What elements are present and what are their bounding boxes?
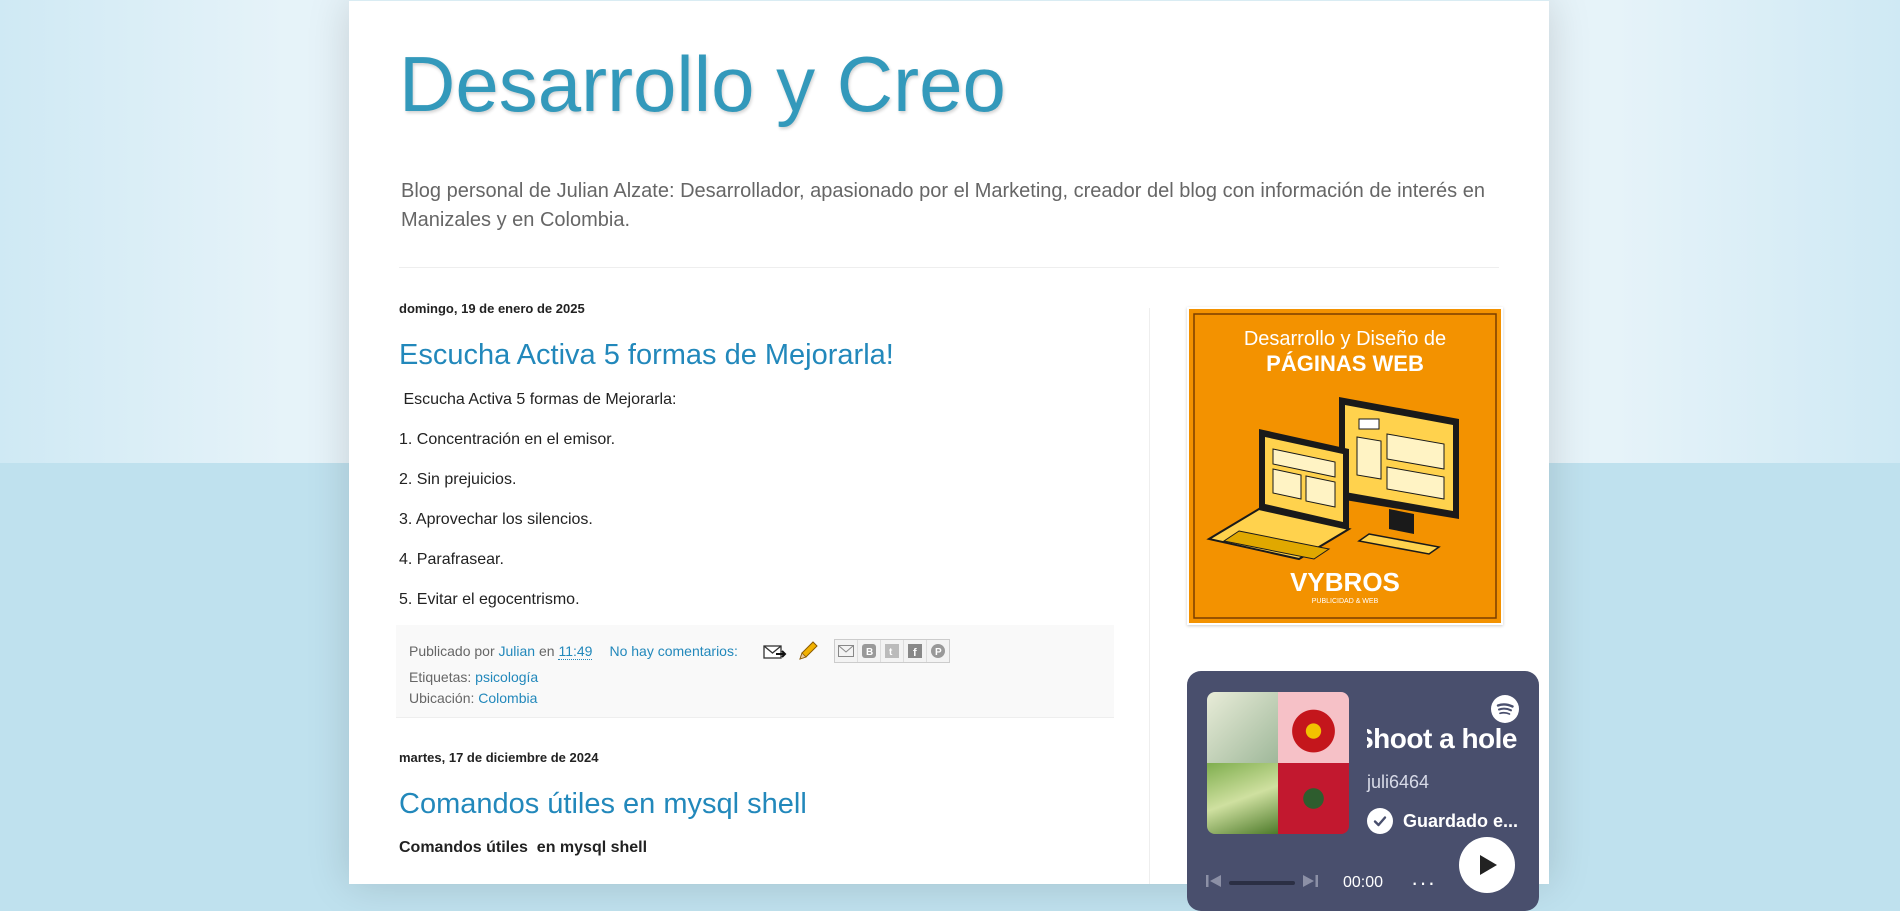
- playlist-title[interactable]: Shoot a hole v: [1367, 723, 1517, 755]
- post-title-link[interactable]: Escucha Activa 5 formas de Mejorarla!: [399, 339, 894, 371]
- playlist-owner[interactable]: juli6464: [1367, 772, 1429, 793]
- post-date: domingo, 19 de enero de 2025: [399, 301, 585, 316]
- labels-label: Etiquetas:: [409, 669, 472, 685]
- post-paragraph: 5. Evitar el egocentrismo.: [399, 591, 580, 608]
- location-link[interactable]: Colombia: [478, 690, 537, 706]
- blog-header: Desarrollo y Creo Blog personal de Julia…: [399, 39, 1499, 231]
- share-buttons: B t f P: [833, 639, 950, 663]
- post-date: martes, 17 de diciembre de 2024: [399, 750, 599, 765]
- location-label: Ubicación:: [409, 690, 475, 706]
- at-label: en: [539, 643, 555, 659]
- post: domingo, 19 de enero de 2025 Escucha Act…: [396, 301, 1119, 718]
- saved-label: Guardado e...: [1403, 810, 1519, 831]
- post-paragraph: 4. Parafrasear.: [399, 551, 504, 568]
- ad-banner[interactable]: Desarrollo y Diseño de PÁGINAS WEB VYBRO…: [1187, 307, 1503, 625]
- label-link[interactable]: psicología: [475, 669, 538, 685]
- next-icon[interactable]: [1301, 873, 1319, 894]
- facebook-share-icon[interactable]: f: [903, 640, 927, 662]
- player-controls: 00:00 ···: [1205, 870, 1445, 896]
- post-title-link[interactable]: Comandos útiles en mysql shell: [399, 788, 807, 820]
- sidebar: Desarrollo y Diseño de PÁGINAS WEB VYBRO…: [1187, 307, 1539, 911]
- twitter-share-icon[interactable]: t: [880, 640, 904, 662]
- playlist-cover[interactable]: [1207, 692, 1349, 834]
- spotify-logo-icon[interactable]: [1491, 695, 1519, 723]
- ad-line2: PÁGINAS WEB: [1266, 351, 1424, 376]
- post-footer: Publicado por Julian en 11:49 No hay com…: [396, 625, 1114, 718]
- more-options-icon[interactable]: ···: [1411, 870, 1436, 896]
- post-paragraph: 1. Concentración en el emisor.: [399, 431, 616, 448]
- svg-text:B: B: [866, 647, 873, 658]
- edit-post-icon[interactable]: [796, 640, 822, 662]
- post: martes, 17 de diciembre de 2024 Comandos…: [399, 750, 1119, 857]
- svg-text:P: P: [935, 647, 942, 658]
- spotify-embed: Shoot a hole v juli6464 Guardado e...: [1187, 671, 1539, 911]
- progress-bar[interactable]: [1229, 881, 1295, 885]
- blog-title[interactable]: Desarrollo y Creo: [399, 39, 1499, 129]
- blog-page: Desarrollo y Creo Blog personal de Julia…: [349, 0, 1549, 911]
- author-link[interactable]: Julian: [499, 643, 536, 659]
- post-paragraph: 3. Aprovechar los silencios.: [399, 511, 593, 528]
- ad-brand-sub: PUBLICIDAD & WEB: [1312, 598, 1379, 605]
- play-button[interactable]: [1459, 837, 1515, 893]
- published-by-label: Publicado por: [409, 643, 495, 659]
- post-paragraph: Escucha Activa 5 formas de Mejorarla:: [399, 391, 677, 408]
- post-time-link[interactable]: 11:49: [558, 643, 593, 660]
- post-body: Escucha Activa 5 formas de Mejorarla: 1.…: [399, 390, 1119, 609]
- email-post-icon[interactable]: [762, 640, 788, 662]
- comments-link[interactable]: No hay comentarios:: [609, 643, 737, 659]
- ad-image: Desarrollo y Diseño de PÁGINAS WEB VYBRO…: [1189, 309, 1501, 623]
- play-icon: [1480, 855, 1497, 875]
- post-body: Comandos útiles en mysql shell: [399, 839, 648, 856]
- main-column: domingo, 19 de enero de 2025 Escucha Act…: [396, 301, 1119, 857]
- column-divider: [1149, 308, 1150, 884]
- previous-icon[interactable]: [1205, 873, 1223, 894]
- ad-line1: Desarrollo y Diseño de: [1244, 328, 1446, 350]
- saved-indicator[interactable]: Guardado e...: [1367, 808, 1518, 834]
- header-divider: [399, 267, 1499, 268]
- check-icon: [1367, 808, 1393, 834]
- svg-text:f: f: [913, 647, 917, 658]
- playback-time: 00:00: [1343, 874, 1384, 891]
- ad-brand: VYBROS: [1290, 567, 1400, 597]
- email-share-icon[interactable]: [834, 640, 858, 662]
- blog-description: Blog personal de Julian Alzate: Desarrol…: [401, 180, 1485, 231]
- blogger-share-icon[interactable]: B: [857, 640, 881, 662]
- post-paragraph: 2. Sin prejuicios.: [399, 471, 517, 488]
- pinterest-share-icon[interactable]: P: [926, 640, 949, 662]
